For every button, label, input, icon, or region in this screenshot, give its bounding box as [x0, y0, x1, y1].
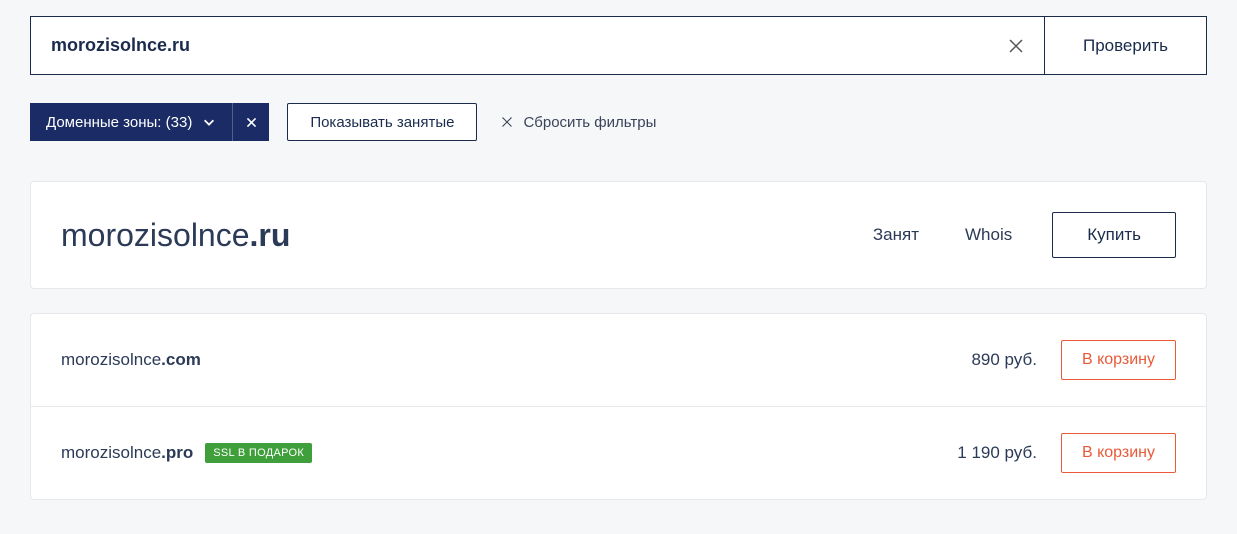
zones-dropdown[interactable]: Доменные зоны: (33) [30, 103, 233, 141]
reset-filters-label: Сбросить фильтры [523, 114, 656, 131]
filter-row: Доменные зоны: (33) Показывать занятые С… [30, 103, 1207, 141]
search-input-container [30, 16, 1045, 75]
chevron-down-icon [202, 115, 216, 129]
result-row: morozisolnce.pro SSL В ПОДАРОК 1 190 руб… [31, 407, 1206, 499]
ssl-badge: SSL В ПОДАРОК [205, 443, 312, 463]
price: 890 руб. [971, 350, 1037, 370]
clear-search-icon[interactable] [1008, 38, 1024, 54]
status-badge: Занят [873, 225, 919, 245]
buy-button[interactable]: Купить [1052, 212, 1176, 258]
result-domain-name: morozisolnce.com [61, 350, 971, 370]
search-bar: Проверить [30, 16, 1207, 75]
result-row: morozisolnce.com 890 руб. В корзину [31, 314, 1206, 407]
main-domain-card: morozisolnce.ru Занят Whois Купить [30, 181, 1207, 289]
zones-clear-icon[interactable] [233, 103, 269, 141]
results-list: morozisolnce.com 890 руб. В корзину moro… [30, 313, 1207, 500]
price: 1 190 руб. [957, 443, 1037, 463]
show-taken-button[interactable]: Показывать занятые [287, 103, 477, 141]
reset-filters-button[interactable]: Сбросить фильтры [501, 114, 656, 131]
close-icon [501, 116, 513, 128]
check-button[interactable]: Проверить [1045, 16, 1207, 75]
zones-filter: Доменные зоны: (33) [30, 103, 269, 141]
add-to-cart-button[interactable]: В корзину [1061, 340, 1176, 380]
add-to-cart-button[interactable]: В корзину [1061, 433, 1176, 473]
result-domain-name: morozisolnce.pro SSL В ПОДАРОК [61, 443, 957, 463]
zones-label: Доменные зоны: (33) [46, 114, 192, 131]
domain-search-input[interactable] [51, 35, 1008, 56]
main-domain-name: morozisolnce.ru [61, 217, 873, 254]
whois-link[interactable]: Whois [965, 225, 1012, 245]
